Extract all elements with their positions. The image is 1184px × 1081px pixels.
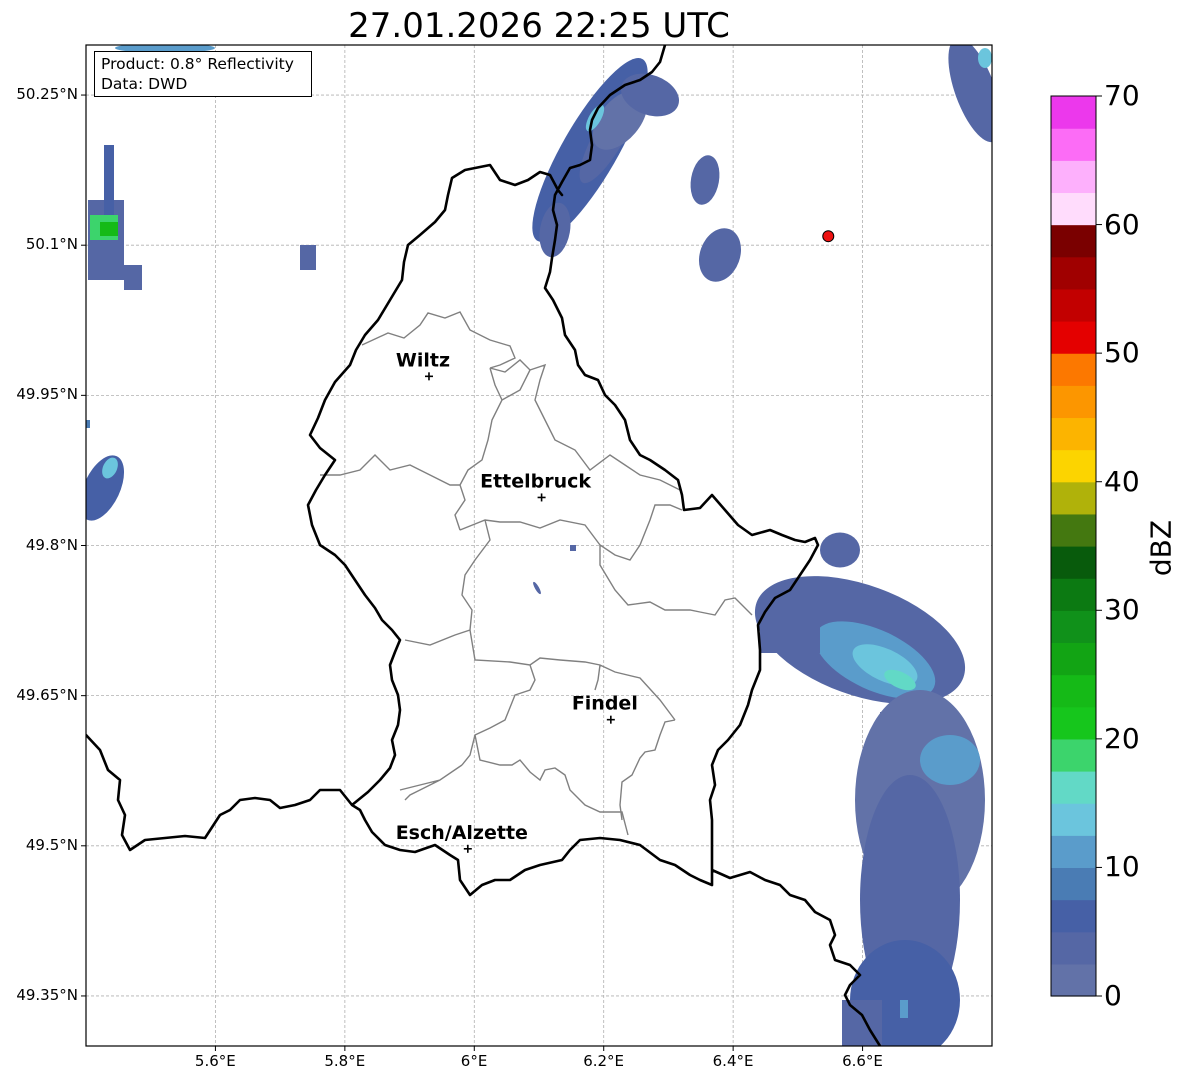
colorbar-segment: [1051, 610, 1096, 644]
colorbar-segment: [1051, 835, 1096, 869]
colorbar-tick-label: 10: [1104, 850, 1140, 884]
colorbar-segment: [1051, 771, 1096, 804]
colorbar-segment: [1051, 417, 1096, 451]
colorbar: [1050, 95, 1102, 997]
colorbar-tick-label: 40: [1104, 464, 1140, 498]
colorbar-segment: [1051, 96, 1096, 129]
city-label: Wiltz: [396, 349, 450, 371]
x-tick-label: 6.6°E: [842, 1052, 883, 1070]
colorbar-segment: [1051, 706, 1096, 740]
colorbar-segment: [1051, 931, 1096, 965]
radar-site-marker: [822, 230, 835, 243]
x-axis-ticks: [214, 1046, 864, 1051]
colorbar-segment: [1051, 867, 1096, 901]
radar-map: Wiltz Ettelbruck Findel Esch/Alzette: [81, 44, 1102, 1051]
colorbar-segment: [1051, 128, 1096, 161]
colorbar-segment: [1051, 578, 1096, 611]
colorbar-segment: [1051, 674, 1096, 708]
colorbar-segment: [1051, 963, 1096, 997]
x-tick-label: 5.6°E: [194, 1052, 236, 1070]
colorbar-segment: [1051, 385, 1096, 419]
city-label: Ettelbruck: [480, 470, 591, 492]
y-axis-ticks: [81, 94, 86, 997]
map-area: Wiltz Ettelbruck Findel Esch/Alzette: [86, 45, 992, 1046]
colorbar-segment: [1051, 192, 1096, 226]
y-tick-label: 49.8°N: [25, 535, 78, 554]
colorbar-segment: [1051, 256, 1096, 290]
colorbar-segment: [1051, 353, 1096, 386]
colorbar-tick-label: 60: [1104, 207, 1140, 241]
product-info-box: Product: 0.8° Reflectivity Data: DWD: [94, 51, 312, 97]
colorbar-segment: [1051, 899, 1096, 933]
y-tick-label: 50.1°N: [25, 235, 78, 254]
city-label: Esch/Alzette: [396, 822, 528, 844]
y-tick-label: 49.5°N: [25, 835, 78, 854]
y-tick-label: 49.65°N: [16, 685, 78, 704]
data-source-label: Data: DWD: [101, 75, 188, 93]
colorbar-segment: [1051, 738, 1096, 772]
colorbar-segment: [1051, 321, 1096, 354]
x-tick-label: 5.8°E: [324, 1052, 366, 1070]
colorbar-segment: [1051, 513, 1096, 547]
colorbar-segment: [1051, 449, 1096, 483]
colorbar-segment: [1051, 288, 1096, 322]
colorbar-segment: [1051, 803, 1096, 836]
y-tick-label: 50.25°N: [16, 85, 78, 104]
colorbar-tick-label: 50: [1104, 336, 1140, 370]
colorbar-tick-label: 20: [1104, 721, 1140, 755]
colorbar-segment: [1051, 642, 1096, 676]
colorbar-segment: [1051, 224, 1096, 258]
colorbar-segment: [1051, 481, 1096, 515]
colorbar-tick-label: 30: [1104, 593, 1140, 627]
y-tick-label: 49.35°N: [16, 985, 78, 1004]
product-label: Product: 0.8° Reflectivity: [101, 55, 294, 73]
colorbar-label: dBZ: [1144, 519, 1178, 577]
x-tick-label: 6.4°E: [712, 1052, 754, 1070]
colorbar-tick-label: 70: [1104, 79, 1140, 112]
colorbar-segment: [1051, 160, 1096, 194]
x-tick-label: 6°E: [460, 1052, 488, 1070]
colorbar-segment: [1051, 546, 1096, 579]
city-label: Findel: [572, 693, 638, 715]
x-tick-label: 6.2°E: [583, 1052, 625, 1070]
y-tick-label: 49.95°N: [16, 385, 78, 404]
colorbar-tick-label: 0: [1104, 979, 1122, 1012]
